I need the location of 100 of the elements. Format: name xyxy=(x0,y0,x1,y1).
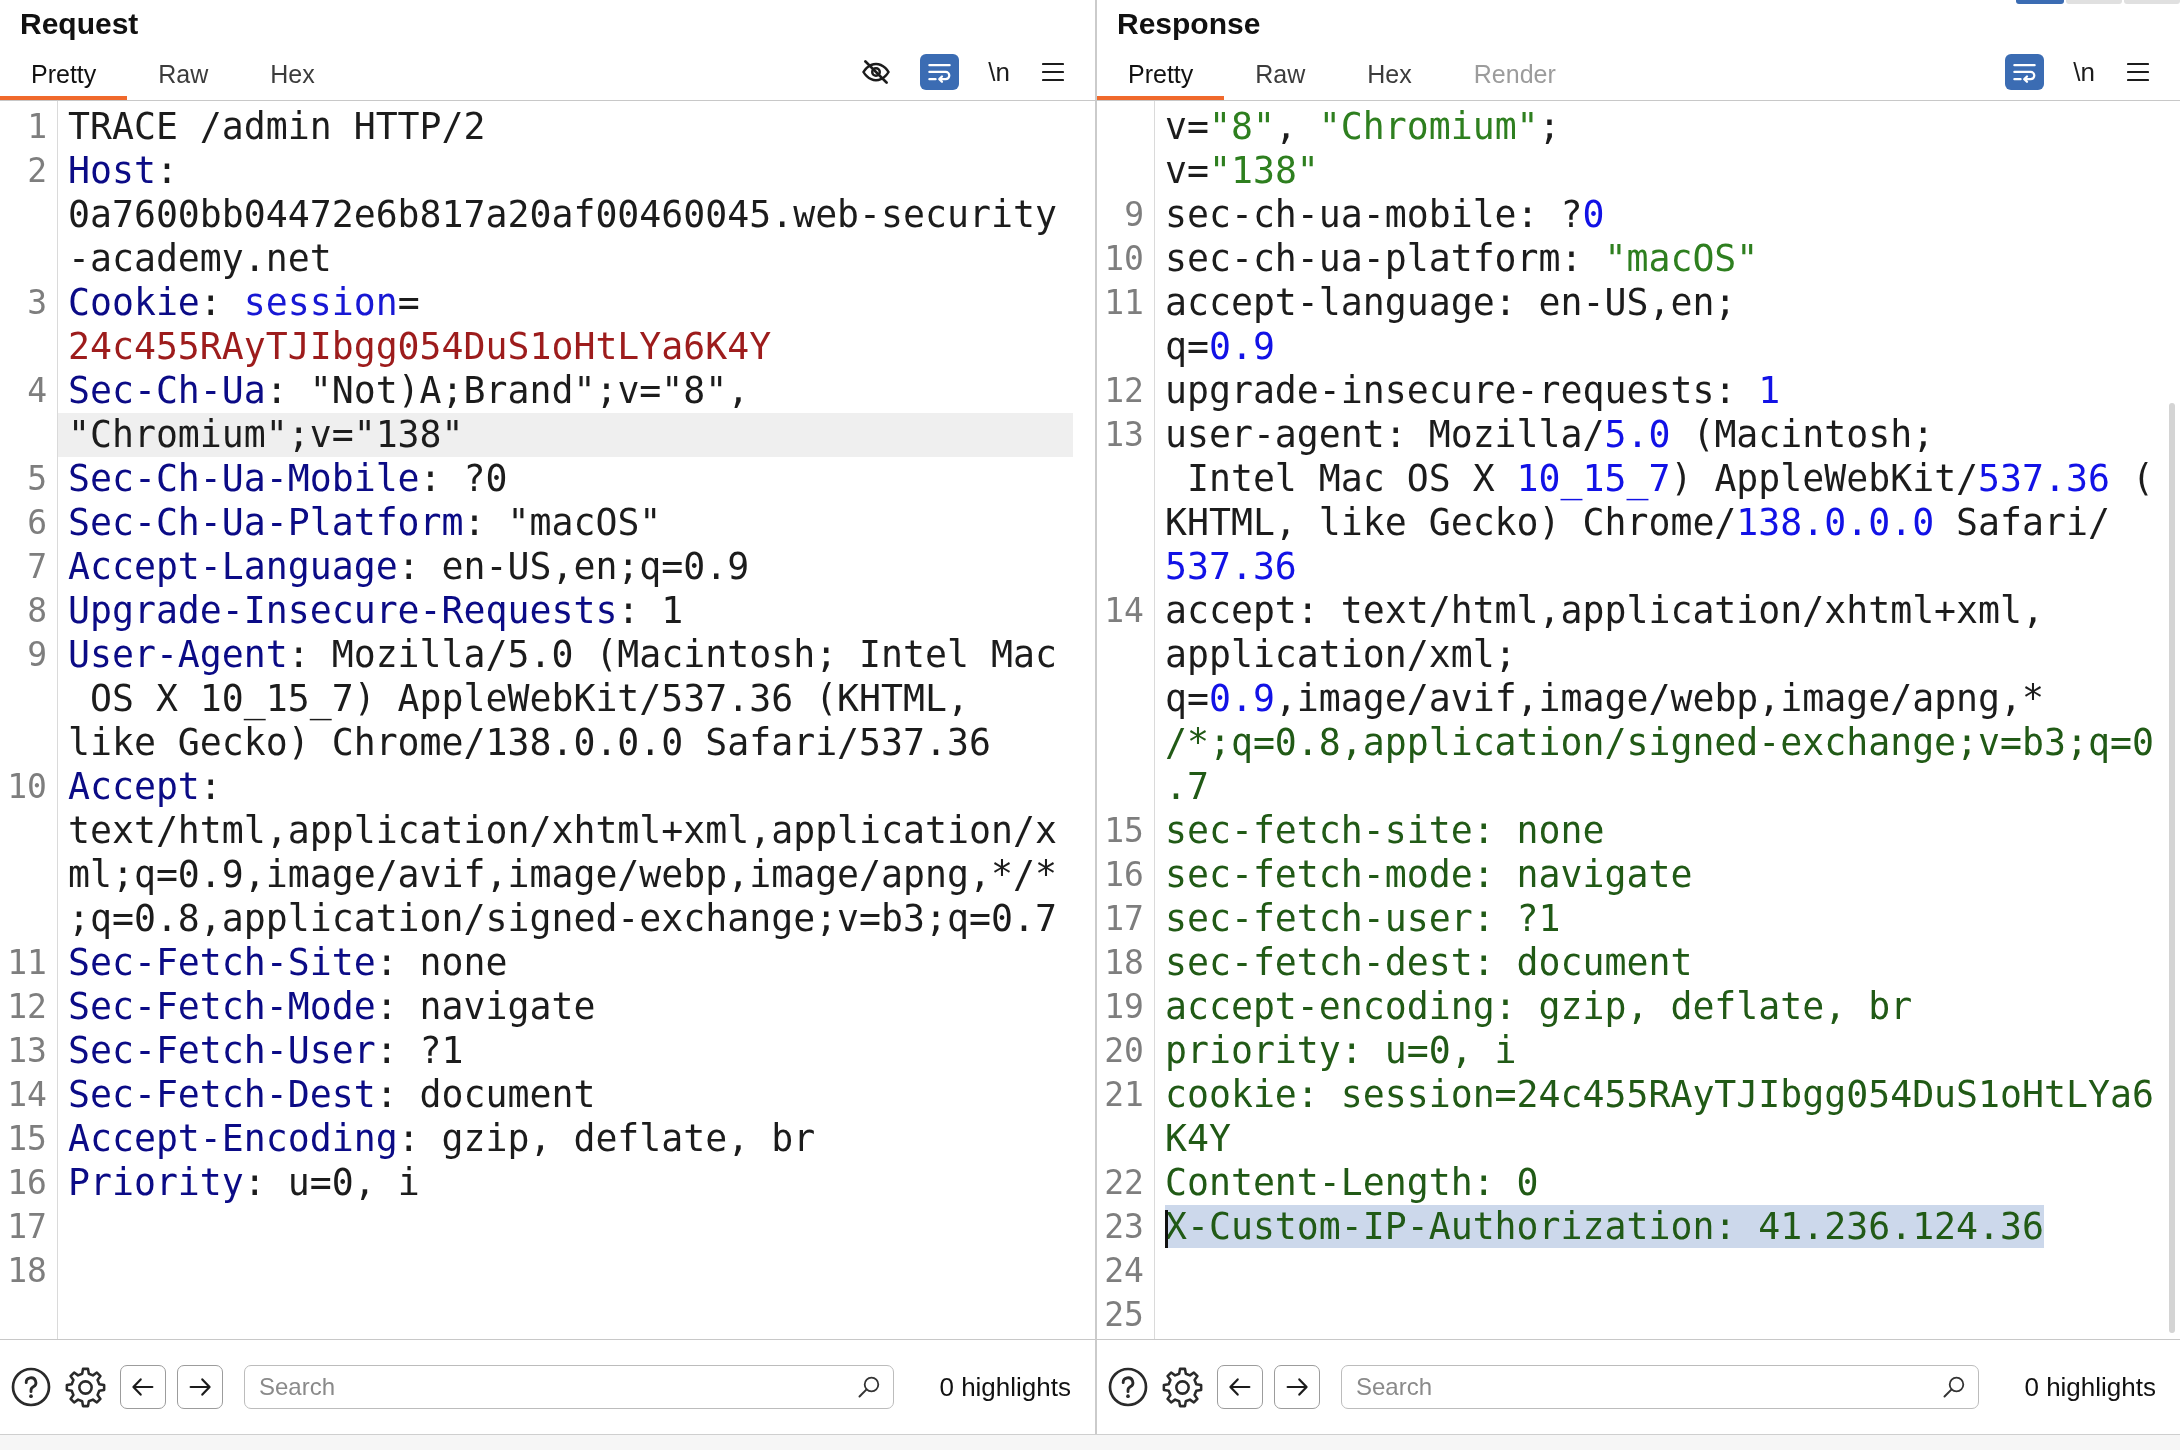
line-number: 16 xyxy=(1104,854,1144,896)
line-number: 11 xyxy=(7,942,47,984)
code-line: sec-fetch-user: ?1 xyxy=(1165,897,1561,940)
code-line: Sec-Fetch-Mode: navigate xyxy=(68,985,596,1028)
line-number: 18 xyxy=(7,1250,47,1292)
line-number: 16 xyxy=(7,1162,47,1204)
eye-slash-icon xyxy=(861,57,892,87)
line-number: 7 xyxy=(27,546,47,588)
line-number: 14 xyxy=(1104,590,1144,632)
code-line: priority: u=0, i xyxy=(1165,1029,1517,1072)
code-line: Sec-Fetch-Site: none xyxy=(68,941,508,984)
code-line: Accept-Language: en-US,en;q=0.9 xyxy=(68,545,750,588)
code-line: Upgrade-Insecure-Requests: 1 xyxy=(68,589,684,632)
line-number: 17 xyxy=(7,1206,47,1248)
code-line: KHTML, like Gecko) Chrome/138.0.0.0 Safari/ xyxy=(1165,501,2110,544)
line-number: 4 xyxy=(27,370,47,412)
line-number: 17 xyxy=(1104,898,1144,940)
code-line: Host: xyxy=(68,149,178,192)
menu-icon xyxy=(1042,62,1064,82)
line-number: 9 xyxy=(1124,194,1144,236)
tab[interactable]: Raw xyxy=(127,48,240,100)
line-number: 6 xyxy=(27,502,47,544)
line-number: 10 xyxy=(7,766,47,808)
code-line: 24c455RAyTJIbgg054DuS1oHtLYa6K4Y xyxy=(68,325,772,368)
code-line: ml;q=0.9,image/avif,image/webp,image/apng,*/* xyxy=(68,853,1057,896)
search-icon xyxy=(1942,1375,1967,1399)
panel-title: Response xyxy=(1117,7,1261,41)
line-number: 1 xyxy=(27,106,47,148)
code-line: sec-fetch-dest: document xyxy=(1165,941,1693,984)
code-line: Accept: xyxy=(68,765,222,808)
wrap-toggle-button[interactable] xyxy=(2005,54,2045,90)
code-line: Sec-Fetch-User: ?1 xyxy=(68,1029,464,1072)
back-button[interactable] xyxy=(120,1365,166,1409)
code-line: sec-ch-ua-mobile: ?0 xyxy=(1165,193,1605,236)
newline-toggle-button[interactable]: \n xyxy=(2070,54,2098,90)
code-line: 0a7600bb04472e6b817a20af00460045.web-security xyxy=(68,193,1057,236)
code-line: .7 xyxy=(1165,765,1209,808)
line-number: 9 xyxy=(27,634,47,676)
help-icon xyxy=(11,1367,51,1407)
code-line: Sec-Ch-Ua-Platform: "macOS" xyxy=(68,501,662,544)
search-field[interactable]: Search xyxy=(244,1365,895,1409)
line-number: 24 xyxy=(1104,1250,1144,1292)
settings-button[interactable] xyxy=(1162,1366,1203,1408)
code-line: Intel Mac OS X 10_15_7) AppleWebKit/537.36 ( xyxy=(1185,457,2154,500)
forward-button[interactable] xyxy=(1274,1365,1320,1409)
tab[interactable]: Hex xyxy=(1336,48,1443,100)
code-line: "Chromium";v="138" xyxy=(68,413,464,456)
back-button[interactable] xyxy=(1217,1365,1263,1409)
code-line: Cookie: session= xyxy=(68,281,420,324)
view-toggle-segment[interactable] xyxy=(2016,0,2064,4)
tab[interactable]: Pretty xyxy=(1097,48,1225,100)
code-line: sec-fetch-mode: navigate xyxy=(1165,853,1693,896)
line-number: 20 xyxy=(1104,1030,1144,1072)
forward-button[interactable] xyxy=(177,1365,223,1409)
code-line: 537.36 xyxy=(1165,545,1297,588)
settings-button[interactable] xyxy=(65,1366,106,1408)
panel-title: Request xyxy=(20,7,139,41)
search-field[interactable]: Search xyxy=(1341,1365,1980,1409)
scrollbar[interactable] xyxy=(2169,403,2175,1333)
line-number: 2 xyxy=(27,150,47,192)
line-number: 10 xyxy=(1104,238,1144,280)
line-number: 19 xyxy=(1104,986,1144,1028)
code-line: ;q=0.8,application/signed-exchange;v=b3;q=0.7 xyxy=(68,897,1057,940)
help-button[interactable] xyxy=(1108,1367,1148,1407)
code-line: sec-fetch-site: none xyxy=(1165,809,1605,852)
line-number: 11 xyxy=(1104,282,1144,324)
code-line: Content-Length: 0 xyxy=(1165,1161,1539,1204)
code-line: /*;q=0.8,application/signed-exchange;v=b3;q=0 xyxy=(1165,721,2154,764)
tab[interactable]: Pretty xyxy=(0,48,128,100)
code-line: q=0.9 xyxy=(1165,325,1275,368)
line-number: 5 xyxy=(27,458,47,500)
line-number: 12 xyxy=(1104,370,1144,412)
settings-icon xyxy=(65,1366,106,1408)
line-number: 23 xyxy=(1104,1206,1144,1248)
help-button[interactable] xyxy=(11,1367,51,1407)
line-number: 8 xyxy=(27,590,47,632)
newline-toggle-button[interactable]: \n xyxy=(985,54,1013,90)
code-line: text/html,application/xhtml+xml,application/x xyxy=(68,809,1057,852)
code-line: Sec-Ch-Ua-Mobile: ?0 xyxy=(68,457,508,500)
code-line: application/xml; xyxy=(1165,633,1517,676)
line-number: 15 xyxy=(7,1118,47,1160)
code-line: OS X 10_15_7) AppleWebKit/537.36 (KHTML, xyxy=(88,677,969,720)
code-line: Priority: u=0, i xyxy=(68,1161,420,1204)
code-line: -academy.net xyxy=(68,237,332,280)
code-line: like Gecko) Chrome/138.0.0.0 Safari/537.36 xyxy=(68,721,991,764)
line-number: 3 xyxy=(27,282,47,324)
wrap-toggle-button[interactable] xyxy=(920,54,960,90)
tab[interactable]: Raw xyxy=(1224,48,1337,100)
search-icon xyxy=(857,1375,882,1399)
settings-icon xyxy=(1162,1366,1203,1408)
tab[interactable]: Hex xyxy=(239,48,346,100)
code-line: accept-language: en-US,en; xyxy=(1165,281,1737,324)
line-number: 18 xyxy=(1104,942,1144,984)
code-line: Accept-Encoding: gzip, deflate, br xyxy=(68,1117,816,1160)
code-line: user-agent: Mozilla/5.0 (Macintosh; xyxy=(1165,413,1935,456)
code-line: Sec-Ch-Ua: "Not)A;Brand";v="8", xyxy=(68,369,750,412)
line-number: 21 xyxy=(1104,1074,1144,1116)
code-line: accept-encoding: gzip, deflate, br xyxy=(1165,985,1913,1028)
code-line: Sec-Fetch-Dest: document xyxy=(68,1073,596,1116)
code-line: upgrade-insecure-requests: 1 xyxy=(1165,369,1781,412)
